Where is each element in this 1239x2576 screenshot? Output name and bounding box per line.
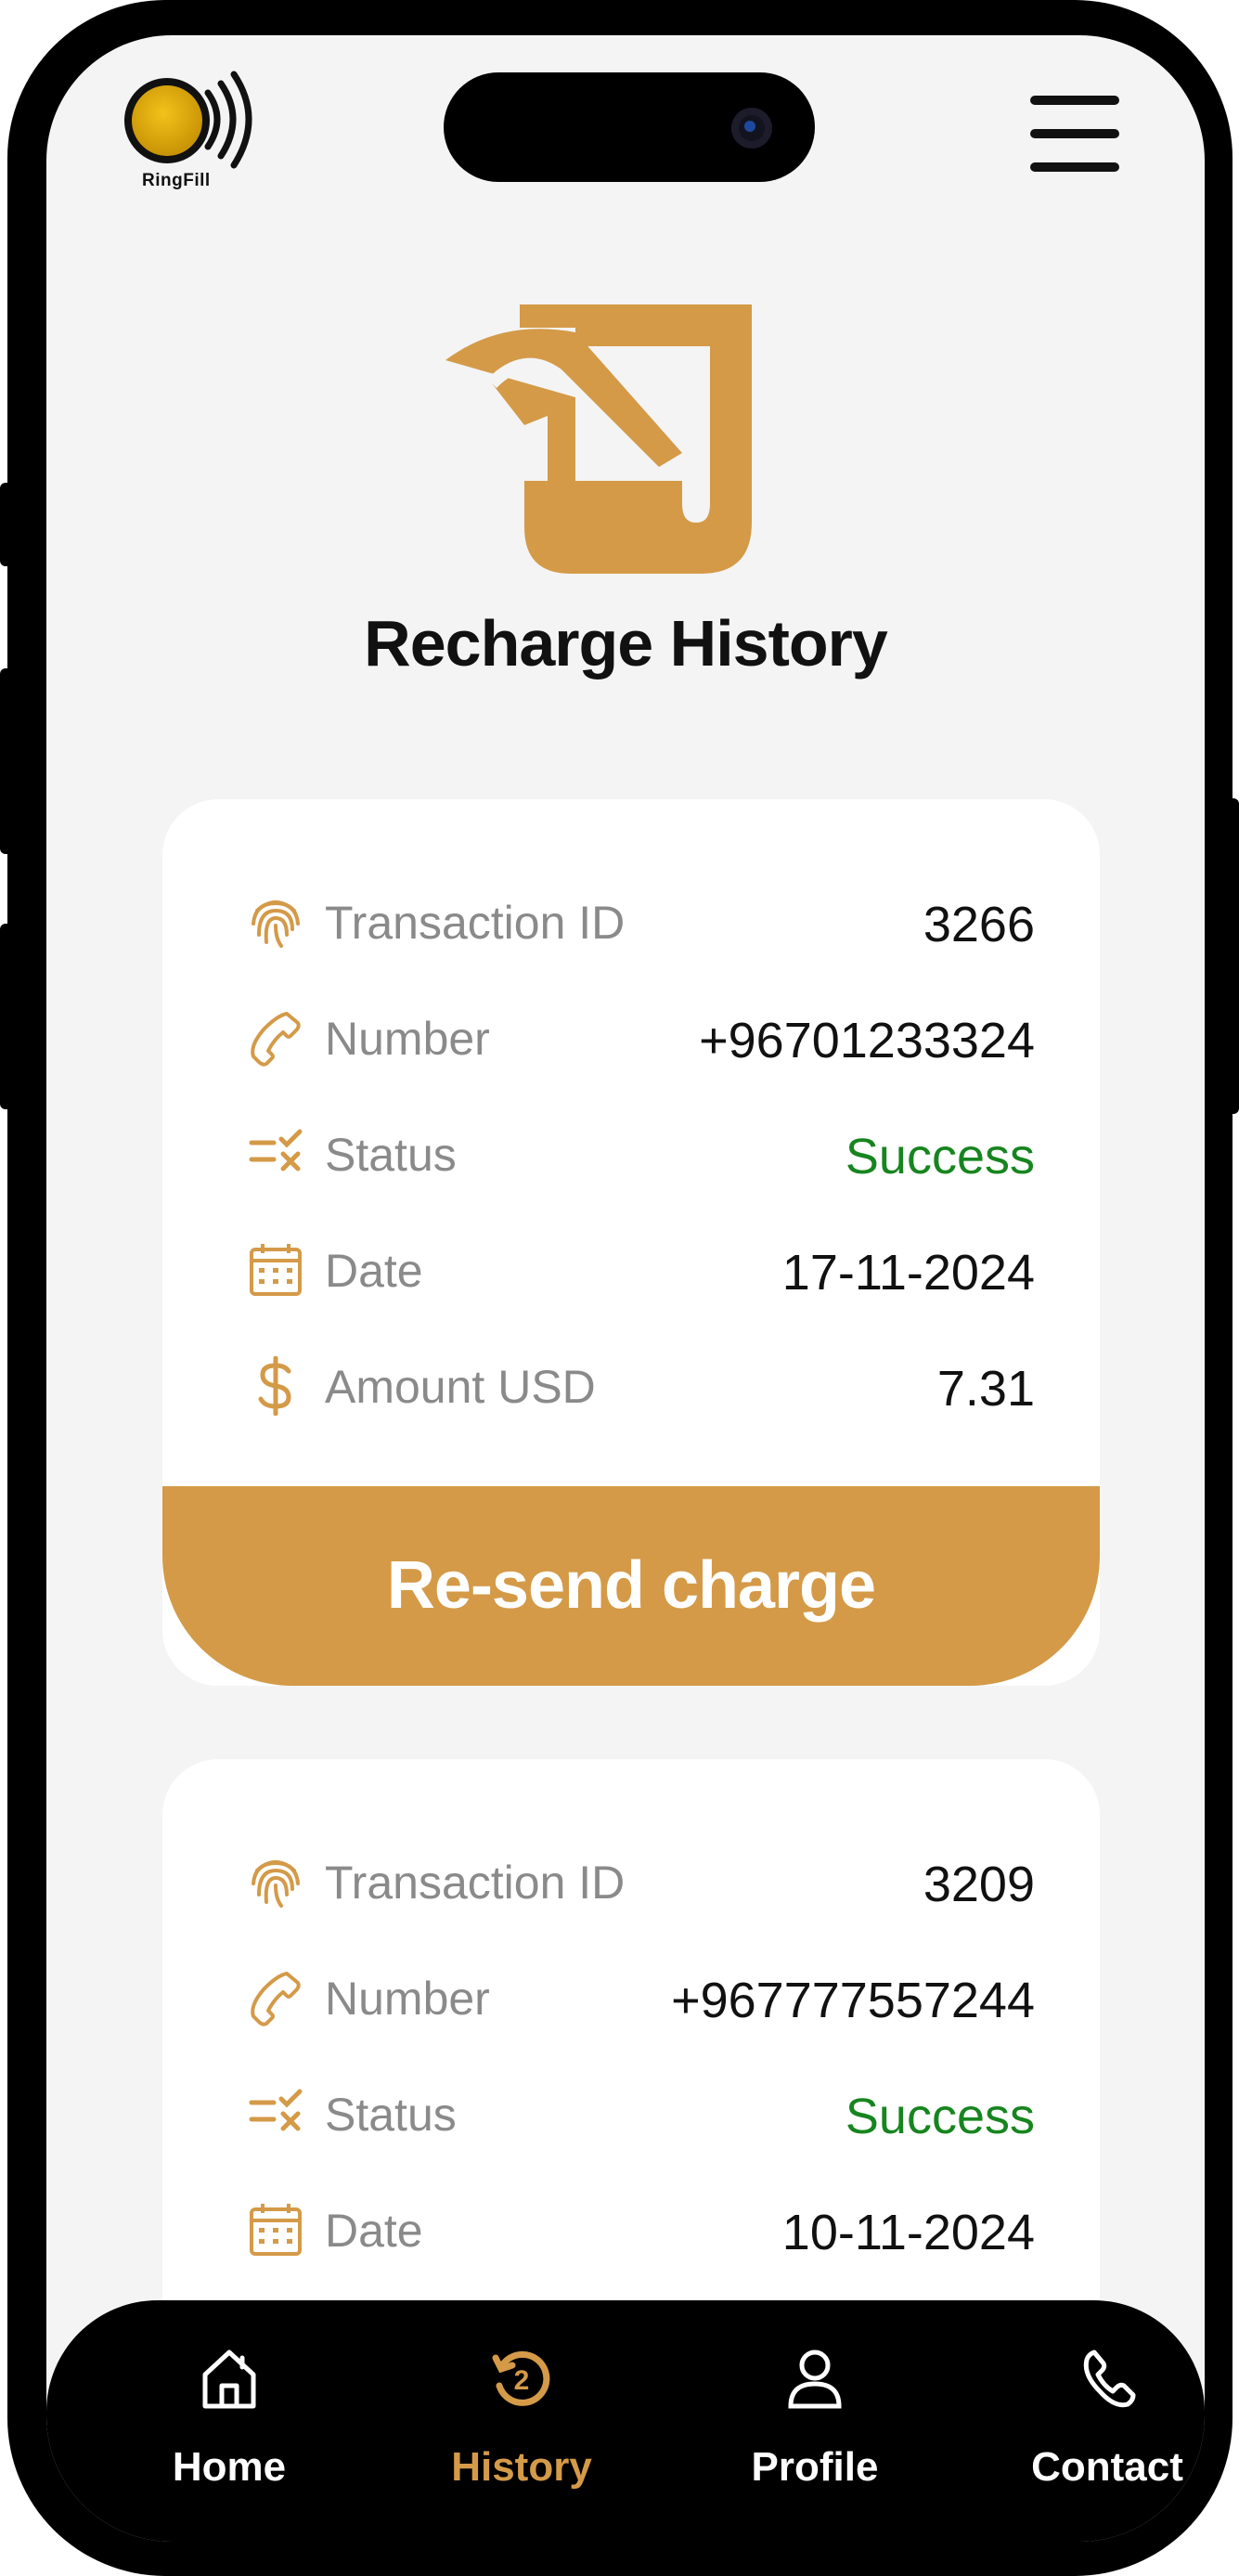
app-logo: RingFill — [119, 63, 267, 202]
number-value: +96701233324 — [699, 1013, 1035, 1068]
menu-button[interactable] — [1030, 96, 1123, 179]
transaction-id-row: Transaction ID 3266 — [162, 883, 1100, 957]
transaction-id-row: Transaction ID 3209 — [162, 1843, 1100, 1917]
amount-value: 7.31 — [936, 1361, 1035, 1417]
calendar-icon — [250, 2204, 302, 2256]
svg-text:2: 2 — [514, 2365, 530, 2396]
dollar-icon — [258, 1356, 291, 1416]
nav-profile[interactable]: Profile — [722, 2300, 908, 2542]
nav-contact[interactable]: Contact — [1014, 2300, 1200, 2542]
history-icon: 2 — [492, 2350, 550, 2406]
page-title: Recharge History — [364, 607, 888, 680]
profile-icon — [788, 2349, 842, 2409]
nav-profile-label: Profile — [751, 2444, 879, 2490]
nav-history-label: History — [451, 2444, 592, 2490]
logo-text: RingFill — [142, 171, 211, 190]
phone-icon — [1083, 2349, 1136, 2408]
amount-label: Amount USD — [325, 1361, 596, 1413]
recharge-history-hero-icon — [436, 295, 761, 588]
camera-icon — [731, 108, 772, 149]
nav-history[interactable]: 2 History — [429, 2300, 614, 2542]
transaction-id-label: Transaction ID — [325, 1857, 626, 1909]
calendar-icon — [250, 1244, 302, 1296]
nav-home-label: Home — [172, 2444, 287, 2490]
number-label: Number — [325, 1973, 490, 2025]
date-label: Date — [325, 1245, 423, 1297]
ringfill-logo-icon — [124, 71, 252, 169]
menu-bar-icon — [1030, 129, 1119, 138]
nav-home[interactable]: Home — [136, 2300, 322, 2542]
transaction-id-value: 3266 — [923, 897, 1035, 952]
status-icon — [249, 2089, 303, 2131]
status-value: Success — [845, 2089, 1035, 2144]
app-screen: RingFill Recharge History Transaction ID… — [46, 35, 1205, 2542]
bottom-nav: Home 2 History Profile Contact — [46, 2300, 1205, 2542]
status-row: Status Success — [162, 1115, 1100, 1189]
number-value: +967777557244 — [671, 1973, 1035, 2028]
date-label: Date — [325, 2205, 423, 2257]
home-icon — [202, 2349, 256, 2409]
status-label: Status — [325, 1129, 457, 1181]
status-row: Status Success — [162, 2075, 1100, 2149]
transaction-card: Transaction ID 3209 Number +967777557244 — [162, 1759, 1100, 2353]
number-row: Number +967777557244 — [162, 1959, 1100, 2033]
fingerprint-icon — [252, 1860, 300, 1908]
status-value: Success — [845, 1129, 1035, 1184]
date-row: Date 10-11-2024 — [162, 2191, 1100, 2265]
status-label: Status — [325, 2089, 457, 2141]
nav-contact-label: Contact — [1031, 2444, 1183, 2490]
amount-row: Amount USD 7.31 — [162, 1347, 1100, 1421]
transaction-id-label: Transaction ID — [325, 897, 626, 949]
transaction-id-value: 3209 — [923, 1857, 1035, 1912]
number-label: Number — [325, 1013, 490, 1065]
phone-icon — [251, 1972, 301, 2026]
phone-frame: RingFill Recharge History Transaction ID… — [7, 0, 1233, 2576]
resend-charge-button[interactable]: Re-send charge — [162, 1486, 1100, 1686]
menu-bar-icon — [1030, 96, 1119, 105]
date-row: Date 17-11-2024 — [162, 1231, 1100, 1305]
status-icon — [249, 1129, 303, 1171]
dynamic-island — [444, 72, 815, 182]
fingerprint-icon — [252, 900, 300, 948]
phone-icon — [251, 1012, 301, 1067]
date-value: 10-11-2024 — [781, 2205, 1035, 2260]
date-value: 17-11-2024 — [781, 1245, 1035, 1301]
transaction-card: Transaction ID 3266 Number +96701233324 — [162, 799, 1100, 1686]
menu-bar-icon — [1030, 162, 1119, 172]
number-row: Number +96701233324 — [162, 999, 1100, 1073]
